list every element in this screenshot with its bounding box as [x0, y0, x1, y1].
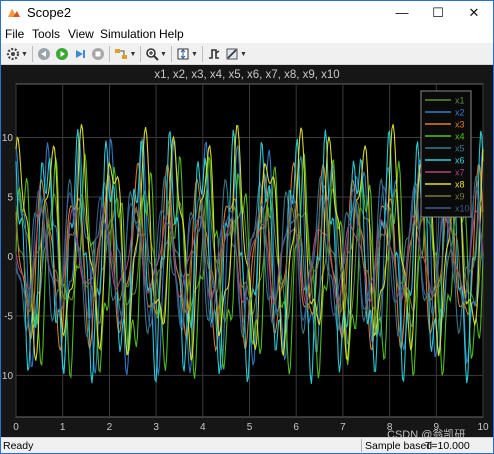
legend-label-x9: x9	[455, 192, 465, 202]
legend-label-x2: x2	[455, 108, 465, 118]
matlab-scope-icon	[8, 9, 20, 17]
title-bar[interactable]: Scope2 — ☐ ✕	[1, 1, 493, 25]
run-button[interactable]	[53, 45, 71, 63]
highlight-icon	[114, 49, 127, 59]
stop-button[interactable]	[89, 45, 107, 63]
scope-window: Scope2 — ☐ ✕ File Tools View Simulation …	[0, 0, 494, 454]
minimize-button[interactable]: —	[385, 1, 419, 25]
x-tick-label: 4	[200, 422, 206, 433]
settings-icon	[6, 47, 20, 61]
legend-label-x3: x3	[455, 120, 465, 130]
autoscale-icon	[177, 48, 189, 60]
style-icon	[226, 48, 238, 60]
menu-bar: File Tools View Simulation Help	[1, 25, 493, 43]
chevron-down-icon: ▼	[21, 50, 28, 58]
y-tick-label: 10	[2, 133, 14, 144]
style-button[interactable]: ▼	[223, 45, 249, 63]
triggers-icon	[209, 49, 220, 59]
x-tick-label: 5	[247, 422, 253, 433]
status-separator	[361, 439, 362, 452]
legend-label-x7: x7	[455, 168, 465, 178]
toolbar-separator	[32, 46, 33, 62]
toolbar-separator	[202, 46, 203, 62]
stop-icon	[92, 48, 104, 60]
x-tick-label: 7	[340, 422, 346, 433]
watermark: CSDN @翁凯研	[387, 429, 466, 441]
menu-file[interactable]: File	[5, 27, 24, 41]
menu-view[interactable]: View	[68, 27, 94, 41]
legend-label-x6: x6	[455, 156, 465, 166]
scope-plot[interactable]: 012345678910-10-50510 x1x2x3x4x5x6x7x8x9…	[1, 65, 493, 437]
y-tick-label: 5	[7, 192, 13, 203]
step-forward-button[interactable]	[71, 45, 89, 63]
status-ready: Ready	[3, 440, 34, 452]
menu-tools[interactable]: Tools	[32, 27, 60, 41]
scope-plot-area[interactable]: x1, x2, x3, x4, x5, x6, x7, x8, x9, x10 …	[1, 65, 493, 437]
chevron-down-icon: ▼	[240, 50, 247, 58]
chevron-down-icon: ▼	[191, 50, 198, 58]
y-tick-label: -10	[1, 371, 13, 382]
menu-help[interactable]: Help	[159, 27, 184, 41]
toolbar-separator	[140, 46, 141, 62]
toolbar-separator	[109, 46, 110, 62]
legend-label-x10: x10	[455, 204, 470, 214]
x-tick-label: 10	[477, 422, 489, 433]
step-forward-icon	[76, 50, 85, 58]
legend-label-x5: x5	[455, 144, 465, 154]
x-tick-label: 3	[153, 422, 159, 433]
run-icon	[56, 48, 68, 60]
y-tick-label: 0	[7, 252, 13, 263]
x-tick-label: 0	[13, 422, 19, 433]
legend-label-x1: x1	[455, 96, 465, 106]
window-title: Scope2	[27, 5, 72, 20]
x-tick-label: 6	[293, 422, 299, 433]
highlight-button[interactable]: ▼	[112, 45, 138, 63]
chevron-down-icon: ▼	[129, 50, 137, 58]
maximize-button[interactable]: ☐	[421, 1, 455, 25]
step-back-button[interactable]	[35, 45, 53, 63]
close-button[interactable]: ✕	[457, 1, 491, 25]
step-back-icon	[38, 48, 50, 60]
x-tick-label: 2	[107, 422, 113, 433]
menu-simulation[interactable]: Simulation	[100, 27, 156, 41]
triggers-button[interactable]	[205, 45, 223, 63]
settings-button[interactable]: ▼	[4, 45, 30, 63]
legend-label-x4: x4	[455, 132, 465, 142]
chevron-down-icon: ▼	[160, 50, 167, 58]
zoom-in-icon	[146, 48, 159, 61]
legend-label-x8: x8	[455, 180, 465, 190]
toolbar: ▼ ▼ ▼ ▼ ▼	[1, 43, 493, 65]
y-tick-label: -5	[4, 311, 13, 322]
x-tick-label: 1	[60, 422, 66, 433]
toolbar-separator	[171, 46, 172, 62]
autoscale-button[interactable]: ▼	[174, 45, 200, 63]
zoom-button[interactable]: ▼	[143, 45, 169, 63]
